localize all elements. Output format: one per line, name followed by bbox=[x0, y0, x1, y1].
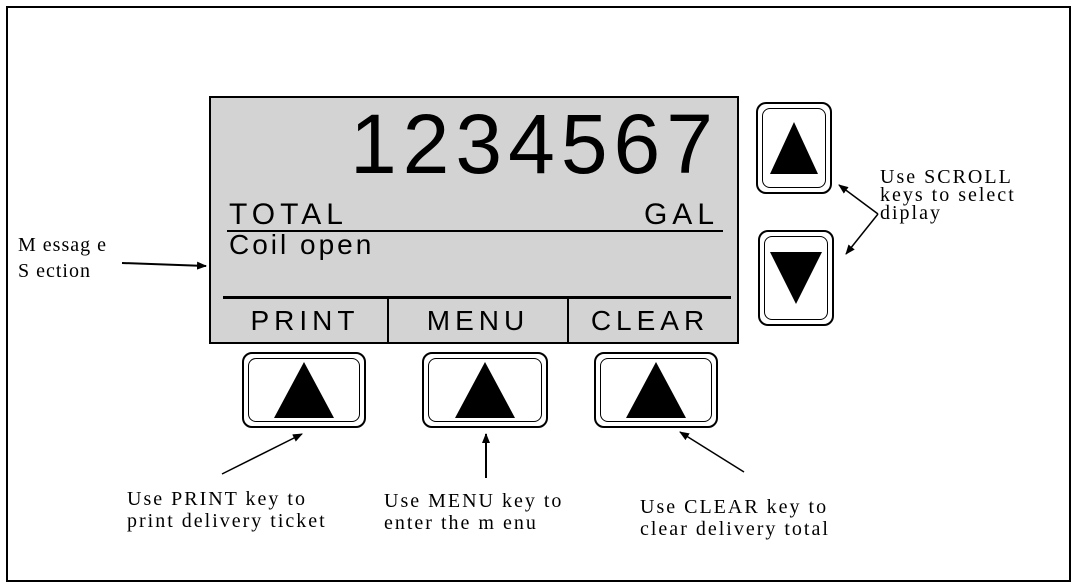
print-key-arrow bbox=[221, 433, 303, 475]
message-section-note: M essag e S ection bbox=[18, 234, 107, 282]
up-arrow-icon bbox=[626, 362, 686, 418]
scroll-down-arrow bbox=[845, 213, 879, 255]
clear-key-arrow bbox=[679, 431, 745, 473]
note-line: M essag e bbox=[18, 234, 107, 256]
down-arrow-icon bbox=[770, 252, 822, 304]
message-section-arrow bbox=[121, 261, 207, 270]
note-line: enter the m enu bbox=[384, 512, 538, 534]
up-arrow-icon bbox=[455, 362, 515, 418]
note-line: Use CLEAR key to bbox=[640, 496, 829, 518]
menu-key-note: Use MENU key to enter the m enu bbox=[384, 490, 563, 534]
note-line: print delivery ticket bbox=[127, 510, 327, 532]
note-line: S ection bbox=[18, 260, 91, 282]
note-line: Use PRINT key to bbox=[127, 488, 307, 510]
scroll-keys-note: Use SCROLL keys to select diplay bbox=[880, 167, 1016, 224]
note-line: Use MENU key to bbox=[384, 490, 564, 512]
note-line: clear delivery total bbox=[640, 518, 830, 540]
up-arrow-icon bbox=[770, 122, 818, 174]
scroll-up-arrow bbox=[838, 184, 879, 215]
note-line: diplay bbox=[880, 202, 942, 224]
clear-key-note: Use CLEAR key to clear delivery total bbox=[640, 496, 830, 540]
print-key-note: Use PRINT key to print delivery ticket bbox=[127, 488, 327, 532]
up-arrow-icon bbox=[274, 362, 334, 418]
